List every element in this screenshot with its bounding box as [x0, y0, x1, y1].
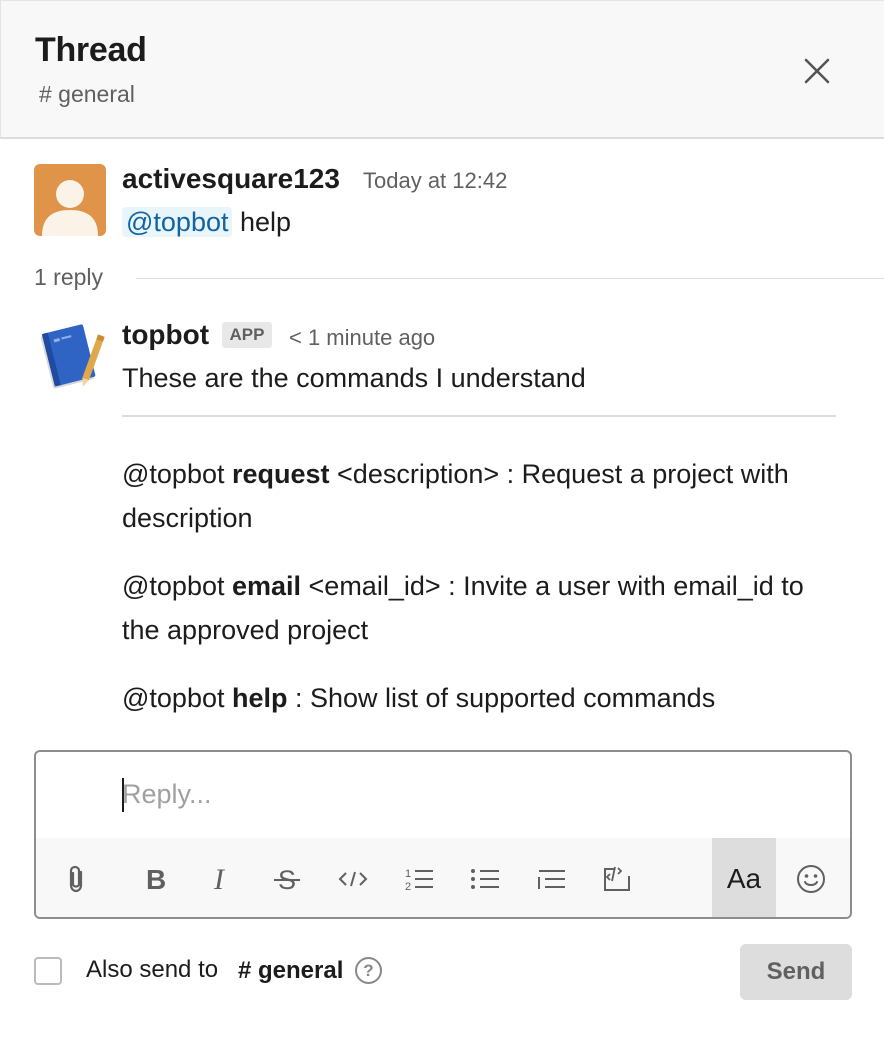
also-send-checkbox[interactable]: [34, 957, 62, 985]
italic-icon: I: [213, 864, 226, 894]
reply-composer: B I S 1 2: [34, 750, 852, 919]
command-name: email: [231, 571, 302, 601]
help-icon[interactable]: ?: [355, 957, 382, 984]
command-description: : Show list of supported commands: [287, 683, 716, 713]
strikethrough-icon: S: [274, 865, 300, 894]
attach-icon: [69, 865, 83, 892]
book-icon: [40, 324, 105, 389]
command-prefix: @topbot: [122, 459, 232, 489]
svg-text:B: B: [146, 864, 166, 894]
bulleted-list-icon: [471, 868, 499, 889]
command-name: request: [231, 459, 330, 489]
command-item: @topbot request <description> : Request …: [122, 452, 842, 540]
code-block-icon: [604, 866, 630, 891]
send-button[interactable]: Send: [740, 944, 852, 1000]
ordered-list-icon: 1 2: [405, 868, 433, 893]
code-block-button[interactable]: [594, 838, 640, 917]
strikethrough-button[interactable]: S: [264, 838, 310, 917]
reply-divider: [136, 278, 884, 279]
code-button[interactable]: [330, 838, 376, 917]
formatting-toolbar: B I S 1 2 Aa: [36, 838, 850, 917]
command-prefix: @topbot: [122, 571, 232, 601]
close-button[interactable]: [797, 51, 837, 91]
thread-title: Thread: [35, 31, 147, 69]
blockquote-icon: [538, 869, 565, 889]
reply-count: 1 reply: [34, 264, 104, 290]
blockquote-button[interactable]: [528, 838, 574, 917]
message-text: These are the commands I understand: [122, 363, 586, 393]
ordered-list-button[interactable]: 1 2: [396, 838, 442, 917]
avatar[interactable]: [34, 164, 106, 236]
message-body: help: [240, 207, 292, 237]
message-text: @topbot help: [122, 207, 291, 238]
bulleted-list-button[interactable]: [462, 838, 508, 917]
svg-text:I: I: [213, 864, 226, 894]
user-avatar-icon: [34, 164, 106, 236]
formatting-toggle-button[interactable]: Aa: [712, 838, 776, 917]
attachment-divider: [122, 415, 836, 417]
bold-icon: B: [146, 864, 166, 894]
message-timestamp[interactable]: < 1 minute ago: [289, 325, 435, 351]
reply-input[interactable]: [122, 774, 822, 814]
command-prefix: @topbot: [122, 683, 232, 713]
emoji-icon: [797, 864, 825, 893]
text-caret: [122, 778, 124, 812]
svg-text:1: 1: [405, 868, 411, 880]
bot-avatar[interactable]: [34, 320, 106, 392]
message-sender[interactable]: topbot: [122, 319, 209, 351]
message-sender[interactable]: activesquare123: [122, 163, 340, 195]
bold-button[interactable]: B: [132, 838, 178, 917]
emoji-button[interactable]: [788, 838, 834, 917]
svg-text:2: 2: [405, 881, 411, 893]
command-item: @topbot help : Show list of supported co…: [122, 676, 842, 720]
command-name: help: [231, 683, 288, 713]
code-icon: [338, 871, 368, 886]
thread-header: Thread # general: [0, 0, 884, 139]
italic-button[interactable]: I: [198, 838, 244, 917]
also-send-channel: # general: [238, 957, 344, 984]
user-mention[interactable]: @topbot: [122, 207, 233, 237]
message-timestamp[interactable]: Today at 12:42: [363, 168, 507, 194]
attach-button[interactable]: [54, 838, 100, 917]
formatting-toggle-icon: Aa: [726, 862, 762, 894]
thread-channel-link[interactable]: # general: [39, 81, 135, 108]
close-icon: [804, 58, 830, 84]
command-item: @topbot email <email_id> : Invite a user…: [122, 564, 842, 652]
also-send-label: Also send to: [86, 956, 219, 983]
app-badge: APP: [222, 322, 272, 348]
